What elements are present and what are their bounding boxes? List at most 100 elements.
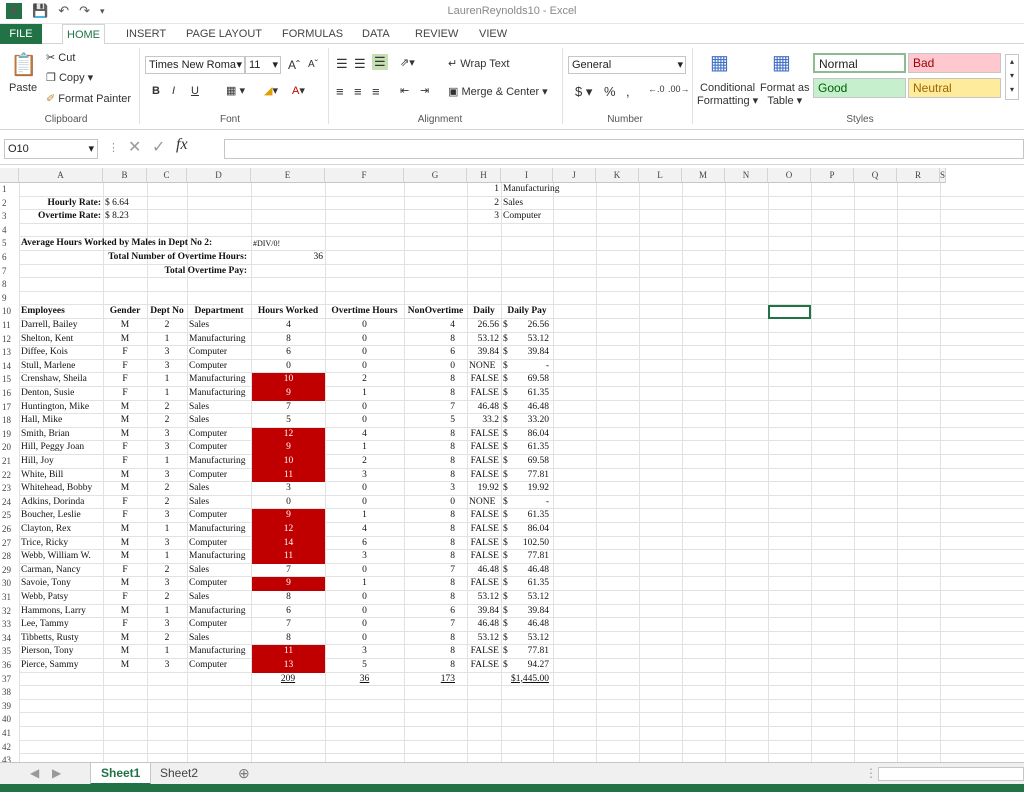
cell[interactable]: 1 — [149, 523, 185, 537]
cell[interactable]: 1 — [149, 645, 185, 659]
cell[interactable]: 19.92 — [469, 482, 499, 496]
cell[interactable]: 5 — [327, 659, 402, 673]
cell[interactable]: 9 — [252, 577, 325, 591]
row-header[interactable]: 23 — [0, 482, 19, 496]
cell[interactable]: 1 — [327, 509, 402, 523]
font-name-dropdown[interactable]: Times New Roma ▾ — [145, 56, 245, 74]
row-header[interactable]: 35 — [0, 645, 19, 659]
cell[interactable]: FALSE — [469, 659, 499, 673]
cell[interactable]: FALSE — [469, 537, 499, 551]
decrease-decimal-icon[interactable]: .00→ — [668, 84, 690, 94]
cell[interactable]: 12 — [252, 523, 325, 537]
row-header[interactable]: 19 — [0, 428, 19, 442]
cell[interactable]: 0 — [327, 319, 402, 333]
cell[interactable]: Total Overtime Pay: — [21, 265, 248, 279]
cell[interactable]: 8 — [406, 373, 455, 387]
cell[interactable]: $ 8.23 — [105, 210, 145, 224]
row-header[interactable]: 10 — [0, 305, 19, 319]
cell[interactable]: 3 — [327, 645, 402, 659]
tab-insert[interactable]: INSERT — [122, 24, 170, 44]
cell[interactable]: $1,445.00 — [503, 673, 549, 687]
cell[interactable]: Hill, Peggy Joan — [21, 441, 101, 455]
borders-icon[interactable]: ▦ ▾ — [226, 84, 245, 97]
align-top-icon[interactable]: ☰ — [336, 56, 348, 72]
cell[interactable]: 8 — [406, 441, 455, 455]
font-size-dropdown[interactable]: 11 ▾ — [245, 56, 281, 74]
cell[interactable]: 7 — [406, 401, 455, 415]
select-all-corner[interactable] — [0, 168, 19, 183]
tab-file[interactable]: FILE — [0, 24, 42, 44]
cell[interactable]: M — [105, 401, 145, 415]
row-header[interactable]: 32 — [0, 605, 19, 619]
cell[interactable]: Department — [189, 305, 249, 319]
cell[interactable]: 53.12 — [503, 333, 549, 347]
cell[interactable]: Sales — [189, 591, 249, 605]
cell[interactable]: 39.84 — [469, 605, 499, 619]
cell[interactable]: Computer — [189, 346, 249, 360]
cell[interactable]: 5 — [252, 414, 325, 428]
cell[interactable]: Hourly Rate: — [21, 197, 101, 211]
italic-button[interactable]: I — [172, 85, 175, 97]
cell[interactable]: FALSE — [469, 645, 499, 659]
row-header[interactable]: 27 — [0, 537, 19, 551]
cell[interactable]: - — [503, 360, 549, 374]
cell[interactable]: 2 — [149, 496, 185, 510]
cell[interactable]: 1 — [327, 387, 402, 401]
tab-home[interactable]: HOME — [62, 24, 105, 45]
cell[interactable]: 0 — [327, 360, 402, 374]
cell[interactable]: 86.04 — [503, 523, 549, 537]
sheet-tab-sheet2[interactable]: Sheet2 — [150, 763, 208, 785]
column-header[interactable]: B — [103, 168, 147, 183]
cell[interactable]: 39.84 — [469, 346, 499, 360]
cell[interactable]: 2 — [327, 455, 402, 469]
row-header[interactable]: 16 — [0, 387, 19, 401]
sheet-tab-sheet1[interactable]: Sheet1 — [90, 763, 152, 785]
row-header[interactable]: 34 — [0, 632, 19, 646]
increase-decimal-icon[interactable]: ←.0 — [648, 84, 665, 94]
cell[interactable]: 0 — [327, 346, 402, 360]
font-color-icon[interactable]: A▾ — [292, 84, 305, 97]
cell[interactable]: 13 — [252, 659, 325, 673]
row-header[interactable]: 30 — [0, 577, 19, 591]
cell[interactable]: Manufacturing — [189, 333, 249, 347]
cell[interactable]: 46.48 — [503, 618, 549, 632]
row-header[interactable]: 9 — [0, 292, 19, 306]
column-header[interactable]: Q — [854, 168, 897, 183]
cell[interactable]: Shelton, Kent — [21, 333, 101, 347]
number-format-dropdown[interactable]: General ▾ — [568, 56, 686, 74]
cell[interactable]: F — [105, 591, 145, 605]
conditional-formatting-button[interactable]: Conditional Formatting ▾ — [697, 82, 758, 108]
cell[interactable]: M — [105, 333, 145, 347]
cell[interactable]: Hill, Joy — [21, 455, 101, 469]
horizontal-scrollbar[interactable] — [878, 767, 1024, 781]
cell[interactable]: 7 — [252, 401, 325, 415]
cell[interactable]: 8 — [406, 577, 455, 591]
cell[interactable]: Computer — [189, 509, 249, 523]
cell[interactable]: 4 — [406, 319, 455, 333]
column-header[interactable]: C — [147, 168, 187, 183]
row-header[interactable]: 8 — [0, 278, 19, 292]
row-header[interactable]: 13 — [0, 346, 19, 360]
tab-data[interactable]: DATA — [358, 24, 394, 44]
cell[interactable]: 8 — [406, 591, 455, 605]
cell[interactable]: 33.20 — [503, 414, 549, 428]
cell[interactable]: Diffee, Kois — [21, 346, 101, 360]
name-box[interactable]: O10 ▾ — [4, 139, 98, 159]
tab-page-layout[interactable]: PAGE LAYOUT — [182, 24, 266, 44]
cell[interactable]: 14 — [252, 536, 325, 551]
align-left-icon[interactable]: ≡ — [336, 84, 344, 99]
cell[interactable]: 7 — [252, 618, 325, 632]
cell[interactable]: 0 — [327, 605, 402, 619]
cell[interactable]: Hours Worked — [253, 305, 323, 319]
cell[interactable]: Computer — [189, 577, 249, 591]
cell[interactable]: 10 — [252, 373, 325, 387]
row-header[interactable]: 3 — [0, 210, 19, 224]
cell[interactable]: M — [105, 659, 145, 673]
styles-scroll-icon[interactable]: ▴ ▾ ▾ — [1005, 54, 1019, 100]
row-header[interactable]: 38 — [0, 686, 19, 700]
cell[interactable]: 2 — [149, 591, 185, 605]
cell[interactable]: 4 — [327, 523, 402, 537]
cell[interactable]: Sales — [189, 319, 249, 333]
row-header[interactable]: 18 — [0, 414, 19, 428]
cell[interactable]: 8 — [406, 509, 455, 523]
